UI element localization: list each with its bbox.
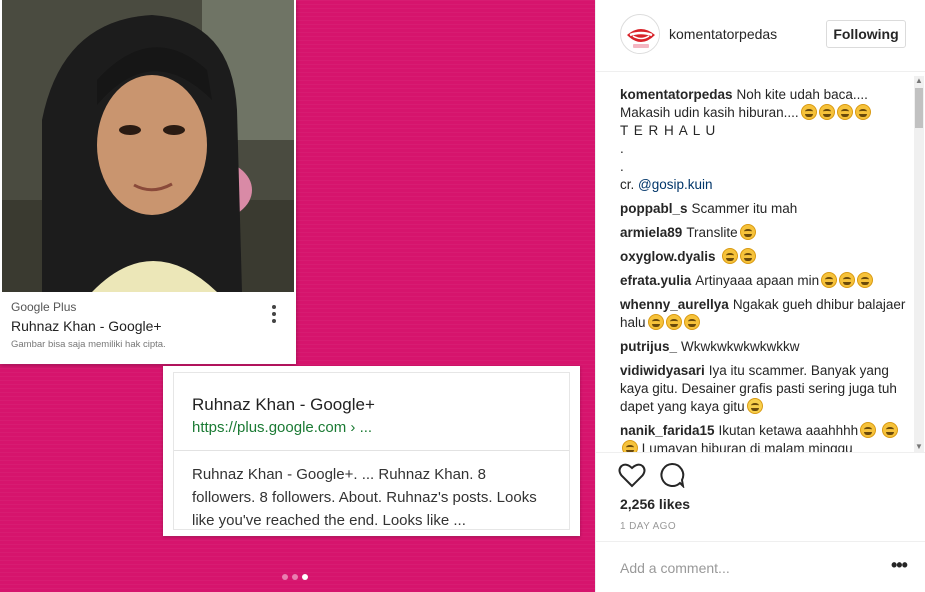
comment: poppabl_s Scammer itu mah bbox=[620, 200, 910, 218]
laughing-emoji-icon bbox=[839, 272, 856, 288]
comment-text: Lumayan hiburan di malam minggu bbox=[641, 441, 853, 452]
carousel-indicator[interactable] bbox=[282, 574, 308, 580]
result-snippet: Ruhnaz Khan - Google+. ... Ruhnaz Khan. … bbox=[192, 466, 537, 529]
comment-username[interactable]: efrata.yulia bbox=[620, 273, 691, 288]
comment: putrijus_ Wkwkwkwkwkwkkw bbox=[620, 338, 910, 356]
carousel-dot[interactable] bbox=[282, 574, 288, 580]
comment: whenny_aurellya Ngakak gueh dhibur balaja… bbox=[620, 296, 910, 332]
carousel-dot[interactable] bbox=[292, 574, 298, 580]
comment-username[interactable]: oxyglow.dyalis bbox=[620, 249, 716, 264]
laughing-emoji-icon bbox=[622, 440, 638, 452]
mention-link[interactable]: @gosip.kuin bbox=[638, 177, 713, 192]
search-result-card: Ruhnaz Khan - Google+ https://plus.googl… bbox=[163, 366, 580, 536]
like-heart-icon[interactable] bbox=[618, 462, 646, 488]
caption-dot: . bbox=[620, 159, 624, 174]
result-url: https://plus.google.com › ... bbox=[192, 419, 373, 436]
laughing-emoji-icon bbox=[857, 272, 874, 288]
caption: komentatorpedas Noh kite udah baca.... Ma… bbox=[620, 86, 910, 194]
laughing-emoji-icon bbox=[800, 104, 817, 120]
comment: nanik_farida15 Ikutan ketawa aaahhhh Luma… bbox=[620, 422, 910, 452]
post-sidebar: komentatorpedas Following komentatorpeda… bbox=[595, 0, 925, 592]
caption-dot: . bbox=[620, 141, 624, 156]
scrollbar-thumb[interactable] bbox=[915, 88, 923, 128]
post-header: komentatorpedas Following bbox=[596, 0, 925, 72]
caption-line: T E R H A L U bbox=[620, 123, 717, 138]
comment-bubble-icon[interactable] bbox=[658, 462, 686, 489]
comment-username[interactable]: whenny_aurellya bbox=[620, 297, 729, 312]
comment-text: Translite bbox=[686, 225, 738, 240]
result-title: Ruhnaz Khan - Google+ bbox=[192, 395, 375, 414]
more-options-icon[interactable]: ••• bbox=[891, 556, 908, 576]
sweat-smile-emoji-icon bbox=[746, 398, 763, 414]
profile-photo bbox=[2, 0, 294, 292]
comment: armiela89 Translite bbox=[620, 224, 910, 242]
caption-username[interactable]: komentatorpedas bbox=[620, 87, 733, 102]
carousel-dot-active[interactable] bbox=[302, 574, 308, 580]
comment-text: Artinyaaa apaan min bbox=[695, 273, 820, 288]
caption-credit: cr. bbox=[620, 177, 639, 192]
comment-text: Scammer itu mah bbox=[691, 201, 798, 216]
following-button[interactable]: Following bbox=[826, 20, 906, 48]
image-result-card: Google Plus Ruhnaz Khan - Google+ Gambar… bbox=[0, 0, 296, 364]
comment-username[interactable]: poppabl_s bbox=[620, 201, 688, 216]
comment-username[interactable]: putrijus_ bbox=[620, 339, 677, 354]
laughing-emoji-icon bbox=[881, 422, 898, 438]
card-source: Google Plus bbox=[11, 300, 77, 314]
actions-divider bbox=[596, 452, 925, 453]
comment-username[interactable]: nanik_farida15 bbox=[620, 423, 715, 438]
laughing-emoji-icon bbox=[854, 104, 871, 120]
comment-username[interactable]: vidiwidyasari bbox=[620, 363, 705, 378]
comment: oxyglow.dyalis bbox=[620, 248, 910, 266]
timestamp[interactable]: 1 DAY AGO bbox=[620, 521, 676, 532]
laughing-emoji-icon bbox=[818, 104, 835, 120]
result-divider bbox=[174, 450, 569, 451]
add-comment-input[interactable] bbox=[620, 558, 870, 578]
laughing-emoji-icon bbox=[683, 314, 700, 330]
more-options-icon bbox=[268, 303, 280, 325]
laughing-emoji-icon bbox=[836, 104, 853, 120]
laughing-emoji-icon bbox=[739, 224, 756, 240]
card-copyright-note: Gambar bisa saja memiliki hak cipta. bbox=[11, 339, 166, 350]
comment-text: Ikutan ketawa aaahhhh bbox=[718, 423, 859, 438]
laughing-emoji-icon bbox=[821, 272, 838, 288]
comments-scrollbar[interactable]: ▲ ▼ bbox=[914, 76, 924, 452]
comment-text: Wkwkwkwkwkwkkw bbox=[681, 339, 800, 354]
laughing-emoji-icon bbox=[860, 422, 877, 438]
post-username[interactable]: komentatorpedas bbox=[669, 26, 777, 42]
comment: vidiwidyasari Iya itu scammer. Banyak yan… bbox=[620, 362, 910, 416]
laughing-emoji-icon bbox=[647, 314, 664, 330]
comment: efrata.yulia Artinyaaa apaan min bbox=[620, 272, 910, 290]
comments-list: komentatorpedas Noh kite udah baca.... Ma… bbox=[620, 86, 910, 452]
likes-count[interactable]: 2,256 likes bbox=[620, 496, 690, 512]
avatar[interactable] bbox=[620, 14, 660, 54]
card-title: Ruhnaz Khan - Google+ bbox=[11, 318, 162, 334]
comment-username[interactable]: armiela89 bbox=[620, 225, 682, 240]
laughing-emoji-icon bbox=[721, 248, 738, 264]
laughing-emoji-icon bbox=[665, 314, 682, 330]
scroll-down-icon[interactable]: ▼ bbox=[914, 442, 924, 452]
post-media: Google Plus Ruhnaz Khan - Google+ Gambar… bbox=[0, 0, 595, 592]
laughing-emoji-icon bbox=[739, 248, 756, 264]
scroll-up-icon[interactable]: ▲ bbox=[914, 76, 924, 86]
